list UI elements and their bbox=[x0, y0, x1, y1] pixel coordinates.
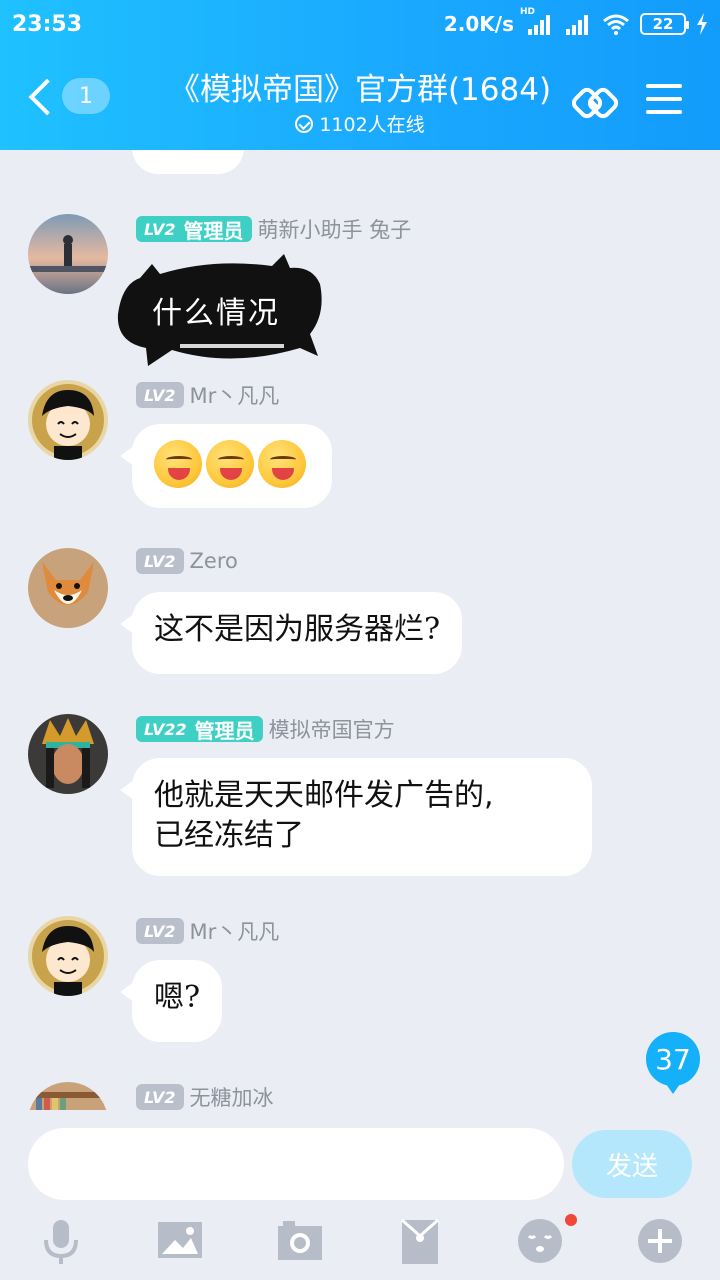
hd-signal-icon: HD bbox=[520, 7, 554, 35]
online-check-icon bbox=[295, 114, 314, 133]
input-bar: 发送 bbox=[0, 1110, 720, 1280]
menu-icon[interactable] bbox=[646, 82, 682, 116]
level-badge: LV2 bbox=[136, 918, 184, 944]
send-button[interactable]: 发送 bbox=[572, 1130, 692, 1198]
message-text-line: 已经冻结了 bbox=[154, 818, 304, 853]
avatar[interactable] bbox=[28, 916, 108, 996]
message-bubble[interactable]: 他就是天天邮件发广告的, 已经冻结了 bbox=[120, 758, 592, 876]
drooling-face-icon bbox=[154, 440, 202, 488]
hd-label: HD bbox=[520, 7, 536, 17]
emoji-face-icon[interactable] bbox=[515, 1216, 565, 1266]
level-badge: LV2 bbox=[136, 382, 184, 408]
level-badge: LV22 管理员 bbox=[136, 716, 263, 743]
sender-meta: LV2 无糖加冰 bbox=[136, 1082, 274, 1110]
level-badge: LV2 bbox=[136, 1084, 184, 1110]
signal-bars-2-icon bbox=[566, 15, 588, 35]
message-item: LV2 Mr丶凡凡 bbox=[0, 380, 720, 520]
avatar-image bbox=[28, 714, 108, 794]
avatar[interactable] bbox=[28, 214, 108, 294]
avatar-image bbox=[28, 214, 108, 294]
sticker-image[interactable]: 什么情况 bbox=[112, 244, 324, 374]
message-bubble[interactable] bbox=[120, 424, 332, 508]
sender-meta: LV2 Mr丶凡凡 bbox=[136, 380, 279, 410]
image-icon[interactable] bbox=[155, 1216, 205, 1266]
message-input[interactable] bbox=[28, 1128, 564, 1200]
message-item: LV22 管理员 模拟帝国官方 他就是天天邮件发广告的, 已经冻结了 bbox=[0, 714, 720, 894]
sender-meta: LV2 Zero bbox=[136, 548, 238, 574]
microphone-icon[interactable] bbox=[36, 1216, 86, 1266]
input-toolbar bbox=[0, 1216, 720, 1276]
notification-dot bbox=[565, 1214, 577, 1226]
sender-meta: LV2 管理员 萌新小助手 兔子 bbox=[136, 214, 411, 244]
sender-name[interactable]: 无糖加冰 bbox=[190, 1082, 274, 1110]
sender-name[interactable]: Mr丶凡凡 bbox=[190, 380, 280, 410]
status-bar: 23:53 2.0K/s HD 22 bbox=[0, 0, 720, 52]
sender-meta: LV22 管理员 模拟帝国官方 bbox=[136, 714, 395, 744]
network-speed: 2.0K/s bbox=[443, 12, 514, 36]
avatar[interactable] bbox=[28, 1082, 108, 1110]
drooling-face-icon bbox=[258, 440, 306, 488]
message-bubble[interactable]: 嗯? bbox=[119, 960, 223, 1042]
message-text: 嗯? bbox=[154, 980, 201, 1015]
group-link-icon[interactable] bbox=[572, 78, 620, 126]
level-badge: LV2 管理员 bbox=[136, 216, 252, 243]
drooling-face-icon bbox=[206, 440, 254, 488]
sender-name[interactable]: Mr丶凡凡 bbox=[190, 916, 280, 946]
avatar-image bbox=[28, 548, 108, 628]
chat-header: 23:53 2.0K/s HD 22 1 《模拟帝国》官方群(1684) 110… bbox=[0, 0, 720, 150]
message-item: LV2 无糖加冰 bbox=[0, 1082, 720, 1110]
plus-icon[interactable] bbox=[635, 1216, 685, 1266]
avatar-image bbox=[28, 916, 108, 996]
status-indicators: 2.0K/s HD 22 bbox=[443, 7, 708, 36]
avatar-image bbox=[28, 380, 108, 460]
sender-name[interactable]: 模拟帝国官方 bbox=[269, 714, 395, 744]
wifi-icon bbox=[603, 14, 629, 35]
avatar[interactable] bbox=[28, 548, 108, 628]
sender-meta: LV2 Mr丶凡凡 bbox=[136, 916, 279, 946]
camera-icon[interactable] bbox=[275, 1216, 325, 1266]
message-bubble-partial bbox=[132, 150, 244, 174]
sender-name[interactable]: Zero bbox=[190, 549, 238, 573]
status-time: 23:53 bbox=[12, 12, 83, 37]
avatar[interactable] bbox=[28, 714, 108, 794]
avatar-image bbox=[28, 1082, 108, 1110]
message-text: 这不是因为服务器烂? bbox=[154, 612, 441, 647]
red-packet-icon[interactable] bbox=[395, 1216, 445, 1266]
message-item: LV2 Mr丶凡凡 嗯? bbox=[0, 916, 720, 1056]
online-text: 1102人在线 bbox=[319, 114, 425, 136]
new-messages-badge[interactable]: 37 bbox=[646, 1032, 700, 1094]
message-list[interactable]: LV2 管理员 萌新小助手 兔子 什么情况 LV2 Mr丶凡凡 LV2 Zero… bbox=[0, 150, 720, 1110]
level-badge: LV2 bbox=[136, 548, 184, 574]
message-text-line: 他就是天天邮件发广告的, bbox=[154, 778, 494, 813]
message-item: LV2 Zero 这不是因为服务器烂? bbox=[0, 548, 720, 688]
battery-level: 22 bbox=[652, 15, 674, 33]
message-item: LV2 管理员 萌新小助手 兔子 什么情况 bbox=[0, 214, 720, 384]
battery-icon: 22 bbox=[640, 13, 689, 35]
charging-bolt-icon bbox=[697, 13, 707, 35]
sticker-text: 什么情况 bbox=[152, 296, 280, 331]
sender-name[interactable]: 萌新小助手 兔子 bbox=[258, 214, 412, 244]
avatar[interactable] bbox=[28, 380, 108, 460]
message-bubble[interactable]: 这不是因为服务器烂? bbox=[119, 592, 463, 674]
